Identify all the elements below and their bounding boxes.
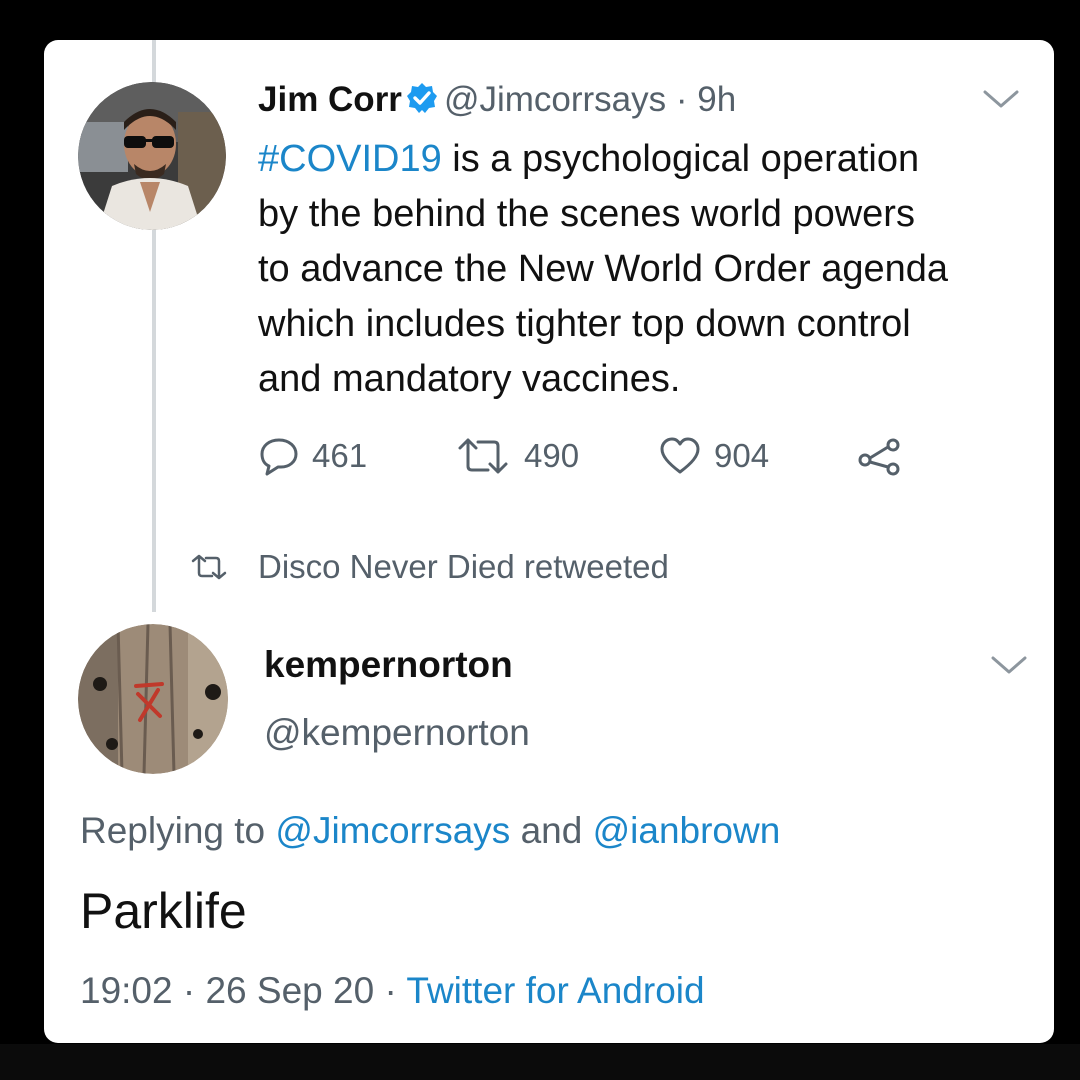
reply-count: 461 [312, 437, 368, 474]
tweet-text-line: and mandatory vaccines. [258, 358, 681, 400]
replying-to: Replying to @Jimcorrsays and @ianbrown [80, 810, 781, 851]
tweet-header: Jim Corr @Jimcorrsays · 9h [258, 80, 736, 123]
avatar-kempernorton[interactable] [78, 624, 228, 774]
author-handle[interactable]: @Jimcorrsays [444, 80, 666, 119]
heart-icon [660, 437, 700, 474]
image-bottom-border [0, 1044, 1080, 1080]
tweet-text: #COVID19 is a psychological operation by… [258, 132, 1038, 407]
tweet-time[interactable]: 9h [697, 80, 736, 119]
tweet-text-line: by the behind the scenes world powers [258, 193, 915, 235]
time-separator: · [675, 80, 688, 119]
tweet-text-line: #COVID19 is a psychological operation [258, 138, 920, 180]
retweet-count: 490 [524, 437, 580, 474]
reply-author-handle[interactable]: @kempernorton [264, 712, 530, 754]
client-link[interactable]: Twitter for Android [406, 970, 704, 1011]
retweet-context: Disco Never Died retweeted [190, 548, 669, 586]
tweet-actions: 461 490 904 [258, 436, 958, 476]
tweet-text-line: which includes tighter top down control [258, 303, 911, 345]
tweet-metadata: 19:02 · 26 Sep 20 · Twitter for Android [80, 970, 705, 1012]
retweeted-by-text[interactable]: Disco Never Died retweeted [258, 548, 669, 586]
hashtag-link[interactable]: #COVID19 [258, 138, 442, 180]
avatar-jim-corr[interactable] [78, 82, 226, 230]
share-button[interactable] [856, 436, 916, 476]
chevron-down-icon[interactable] [988, 652, 1030, 678]
reply-author-name[interactable]: kempernorton [264, 644, 513, 686]
like-button[interactable]: 904 [658, 436, 769, 476]
timestamp[interactable]: 19:02 · 26 Sep 20 · [80, 970, 406, 1011]
retweet-button[interactable]: 490 [454, 436, 579, 476]
verified-badge-icon [406, 82, 438, 123]
share-icon [858, 438, 900, 476]
reply-text: Parklife [80, 883, 247, 939]
mention-link[interactable]: @Jimcorrsays [275, 810, 510, 851]
retweet-icon [458, 438, 508, 474]
tweet-text-line: to advance the New World Order agenda [258, 248, 949, 290]
reply-button[interactable]: 461 [258, 436, 367, 476]
retweet-icon [191, 554, 227, 580]
tweet-card: Jim Corr @Jimcorrsays · 9h #COVID19 is a … [44, 40, 1054, 1043]
like-count: 904 [714, 437, 770, 474]
reply-icon [260, 438, 298, 476]
chevron-down-icon[interactable] [980, 86, 1022, 112]
author-name[interactable]: Jim Corr [258, 80, 402, 119]
mention-link[interactable]: @ianbrown [593, 810, 781, 851]
